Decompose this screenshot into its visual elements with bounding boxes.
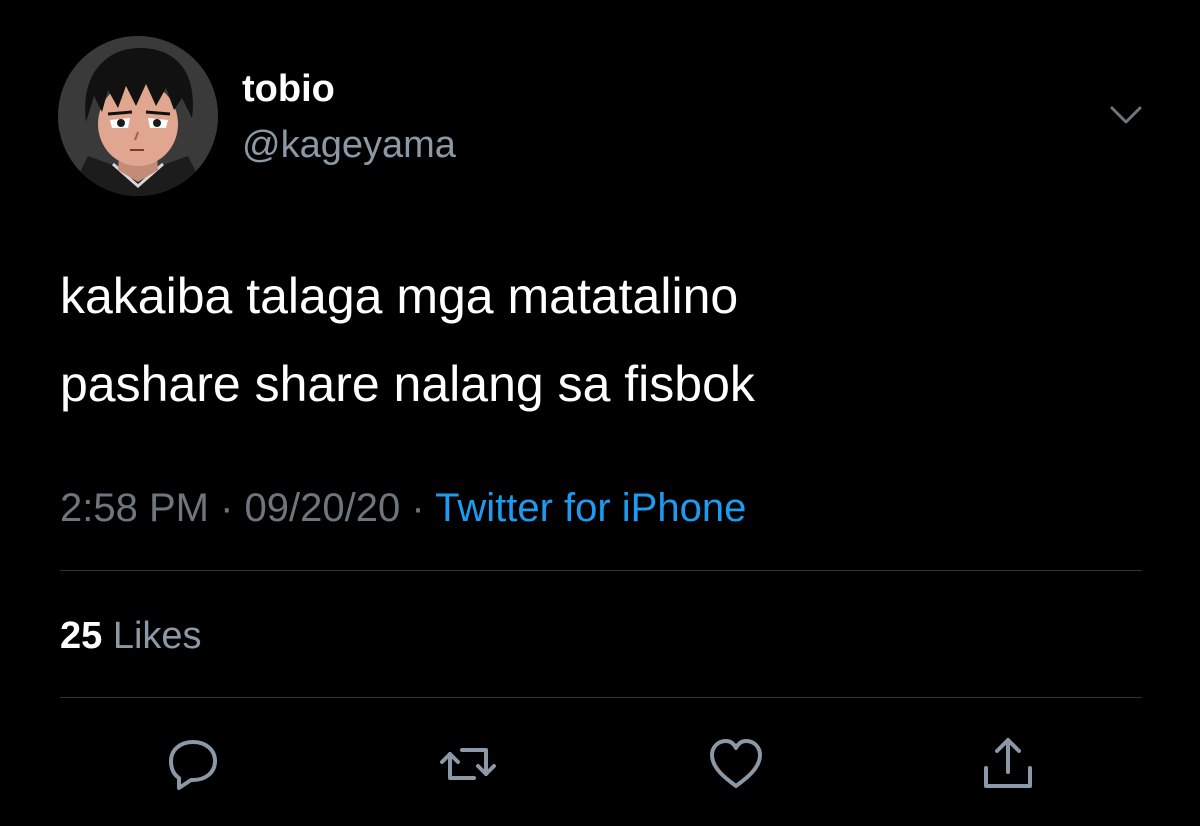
like-button[interactable]	[706, 734, 766, 794]
retweet-icon	[440, 748, 496, 780]
tweet-metadata: 2:58 PM · 09/20/20 · Twitter for iPhone	[60, 484, 746, 532]
likes-count: 25	[60, 615, 103, 657]
display-name[interactable]: tobio	[242, 68, 335, 110]
tweet-time: 2:58 PM	[60, 486, 209, 530]
likes-summary[interactable]: 25 Likes	[60, 614, 202, 658]
tweet-date: 09/20/20	[244, 486, 401, 530]
divider	[60, 570, 1142, 571]
reply-button[interactable]	[163, 734, 223, 794]
share-icon	[984, 738, 1032, 788]
avatar[interactable]	[58, 36, 218, 196]
meta-separator: ·	[411, 486, 425, 530]
avatar-image	[58, 36, 218, 196]
tweet-text-line: kakaiba talaga mga matatalino	[60, 268, 739, 324]
chevron-down-icon[interactable]	[1108, 100, 1144, 130]
tweet-text: kakaiba talaga mga matatalino pashare sh…	[60, 252, 1140, 428]
reply-icon	[169, 740, 217, 790]
tweet-card: tobio @kageyama kakaiba talaga mga matat…	[0, 0, 1200, 826]
tweet-source-link[interactable]: Twitter for iPhone	[435, 486, 746, 530]
tweet-text-line: pashare share nalang sa fisbok	[60, 356, 755, 412]
heart-icon	[710, 739, 762, 788]
retweet-button[interactable]	[438, 734, 498, 794]
share-button[interactable]	[978, 734, 1038, 794]
user-handle[interactable]: @kageyama	[242, 124, 456, 166]
likes-label: Likes	[112, 615, 202, 657]
divider	[60, 697, 1142, 698]
meta-separator: ·	[220, 486, 234, 530]
